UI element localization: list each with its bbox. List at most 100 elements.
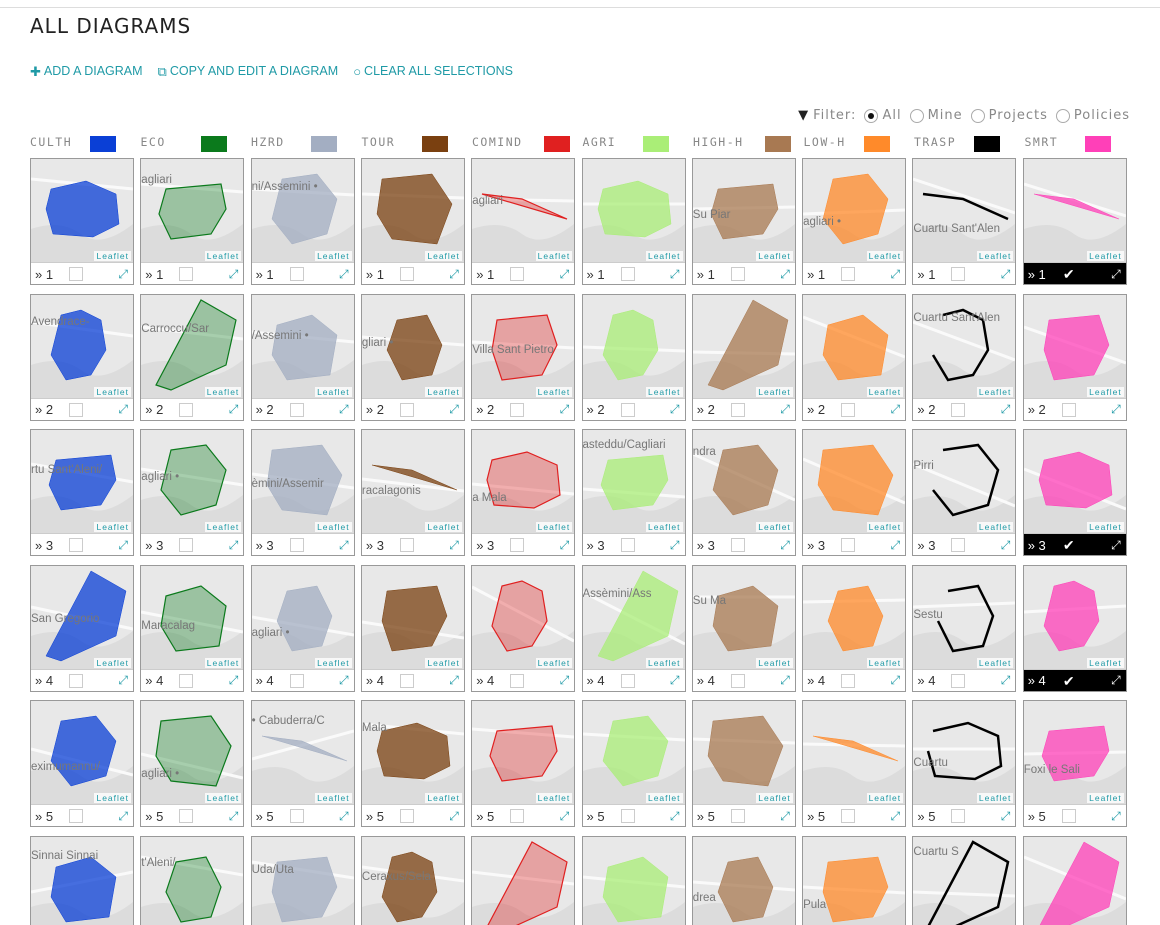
diagram-card-tour-5[interactable]: Mala Leaflet » 5 ⤢ — [360, 700, 465, 827]
leaflet-attribution-link[interactable]: Leaflet — [1087, 522, 1124, 532]
expand-icon[interactable]: ⤢ — [229, 267, 239, 282]
leaflet-attribution-link[interactable]: Leaflet — [535, 386, 573, 397]
leaflet-attribution-link[interactable]: Leaflet — [94, 386, 131, 397]
diagram-card-high-h-1[interactable]: Su Piar Leaflet » 1 ⤢ — [691, 158, 796, 285]
leaflet-attribution-link[interactable]: Leaflet — [204, 251, 242, 261]
diagram-card-eco-3[interactable]: agliari • Leaflet » 3 ⤢ — [140, 429, 245, 556]
map-thumbnail[interactable]: Leaflet — [1023, 430, 1126, 533]
expand-icon[interactable]: ⤢ — [229, 809, 239, 824]
expand-icon[interactable]: ⤢ — [1001, 402, 1011, 417]
leaflet-attribution-link[interactable]: Leaflet — [756, 251, 793, 261]
diagram-card-agri-2[interactable]: Leaflet » 2 ⤢ — [581, 293, 686, 421]
map-thumbnail[interactable]: agliari • Leaflet — [251, 565, 354, 669]
map-thumbnail[interactable]: Uda/UtaLeaflet — [251, 836, 354, 925]
clear-selections-button[interactable]: ○ CLEAR ALL SELECTIONS — [353, 64, 513, 78]
diagram-card-comind-1[interactable]: agliari Leaflet » 1 ⤢ — [471, 158, 576, 285]
map-thumbnail[interactable]: Leaflet — [1023, 565, 1126, 669]
select-checkbox[interactable] — [620, 538, 635, 552]
leaflet-attribution-link[interactable]: Leaflet — [425, 793, 462, 803]
diagram-card-smrt-4[interactable]: Leaflet » 4 ✔ ⤢ — [1022, 564, 1127, 692]
leaflet-attribution-link[interactable]: Leaflet — [976, 522, 1014, 532]
map-thumbnail[interactable]: Leaflet — [582, 294, 685, 398]
expand-icon[interactable]: ⤢ — [1111, 809, 1121, 824]
leaflet-attribution-link[interactable]: Leaflet — [315, 522, 352, 532]
select-checkbox[interactable] — [951, 402, 966, 417]
leaflet-attribution-link[interactable]: Leaflet — [756, 793, 793, 803]
expand-icon[interactable]: ⤢ — [1001, 538, 1011, 553]
map-thumbnail[interactable]: Pirri Leaflet — [913, 430, 1016, 533]
select-checkbox[interactable] — [399, 809, 414, 823]
select-checkbox[interactable] — [841, 402, 856, 417]
diagram-card-tour-4[interactable]: Leaflet » 4 ⤢ — [360, 564, 465, 692]
select-checkbox[interactable] — [289, 267, 304, 281]
expand-icon[interactable]: ⤢ — [449, 538, 459, 553]
select-checkbox[interactable] — [730, 673, 745, 688]
diagram-card-trasp-5[interactable]: Cuartu Leaflet » 5 ⤢ — [912, 700, 1017, 827]
map-thumbnail[interactable]: Leaflet — [1023, 294, 1126, 398]
diagram-card-low-h-1[interactable]: agliari • Leaflet » 1 ⤢ — [802, 158, 907, 285]
diagram-card-eco-6[interactable]: t'Aleni/Leaflet» 6⤢ — [140, 835, 245, 925]
map-thumbnail[interactable]: Carroccu/Sar Leaflet — [141, 294, 244, 398]
leaflet-attribution-link[interactable]: Leaflet — [204, 522, 242, 532]
map-thumbnail[interactable]: /Assemini • Leaflet — [251, 294, 354, 398]
select-checkbox[interactable] — [951, 267, 966, 281]
select-checkbox[interactable] — [399, 402, 414, 417]
map-thumbnail[interactable]: Leaflet — [582, 701, 685, 804]
leaflet-attribution-link[interactable]: Leaflet — [425, 386, 462, 397]
expand-icon[interactable]: ⤢ — [118, 538, 128, 553]
select-checkbox[interactable] — [1061, 402, 1076, 417]
leaflet-attribution-link[interactable]: Leaflet — [204, 793, 242, 803]
diagram-card-high-h-2[interactable]: Leaflet » 2 ⤢ — [691, 293, 796, 421]
leaflet-attribution-link[interactable]: Leaflet — [94, 251, 131, 261]
filter-mine-radio[interactable] — [909, 108, 924, 123]
select-checkbox[interactable] — [289, 402, 304, 417]
leaflet-attribution-link[interactable]: Leaflet — [535, 251, 573, 261]
diagram-card-eco-1[interactable]: agliari Leaflet » 1 ⤢ — [140, 158, 245, 285]
expand-icon[interactable]: ⤢ — [560, 538, 570, 553]
expand-icon[interactable]: ⤢ — [339, 402, 349, 417]
map-thumbnail[interactable]: agliari • Leaflet — [803, 159, 906, 262]
select-checkbox[interactable] — [510, 809, 525, 823]
map-thumbnail[interactable]: rtu Sant'Aleni/Leaflet — [31, 430, 133, 533]
diagram-card-agri-1[interactable]: Leaflet » 1 ⤢ — [581, 158, 686, 285]
expand-icon[interactable]: ⤢ — [560, 673, 570, 688]
leaflet-attribution-link[interactable]: Leaflet — [645, 793, 683, 803]
diagram-card-comind-6[interactable]: Leaflet» 6⤢ — [471, 835, 576, 925]
select-checkbox[interactable] — [399, 538, 414, 552]
select-checkbox[interactable] — [620, 673, 635, 688]
add-diagram-button[interactable]: ✚ ADD A DIAGRAM — [30, 64, 143, 78]
expand-icon[interactable]: ⤢ — [118, 267, 128, 282]
select-checkbox[interactable] — [841, 809, 856, 823]
map-thumbnail[interactable]: Leaflet — [582, 159, 685, 262]
map-thumbnail[interactable]: Cuartu Leaflet — [913, 701, 1016, 804]
diagram-card-hzrd-2[interactable]: /Assemini • Leaflet » 2 ⤢ — [250, 293, 355, 421]
leaflet-attribution-link[interactable]: Leaflet — [976, 251, 1014, 261]
diagram-card-trasp-1[interactable]: Cuartu Sant'Alen Leaflet » 1 ⤢ — [912, 158, 1017, 285]
map-thumbnail[interactable]: • Cabuderra/C Leaflet — [251, 701, 354, 804]
select-checkbox[interactable] — [841, 673, 856, 688]
expand-icon[interactable]: ⤢ — [780, 673, 790, 688]
leaflet-attribution-link[interactable]: Leaflet — [425, 522, 462, 532]
expand-icon[interactable]: ⤢ — [339, 538, 349, 553]
map-thumbnail[interactable]: agliari Leaflet — [141, 159, 244, 262]
leaflet-attribution-link[interactable]: Leaflet — [756, 657, 793, 668]
diagram-card-tour-2[interactable]: gliari • Leaflet » 2 ⤢ — [360, 293, 465, 421]
map-thumbnail[interactable]: Cuartu SLeaflet — [913, 836, 1016, 925]
diagram-card-agri-3[interactable]: asteddu/Cagliari Leaflet » 3 ⤢ — [581, 429, 686, 556]
map-thumbnail[interactable]: a Mala Leaflet — [472, 430, 575, 533]
map-thumbnail[interactable]: Leaflet — [803, 565, 906, 669]
diagram-card-trasp-3[interactable]: Pirri Leaflet » 3 ⤢ — [912, 429, 1017, 556]
map-thumbnail[interactable]: Sestu Leaflet — [913, 565, 1016, 669]
select-checkbox[interactable] — [510, 538, 525, 552]
map-thumbnail[interactable]: Leaflet — [803, 430, 906, 533]
expand-icon[interactable]: ⤢ — [560, 267, 570, 282]
diagram-card-tour-1[interactable]: Leaflet » 1 ⤢ — [360, 158, 465, 285]
expand-icon[interactable]: ⤢ — [1001, 809, 1011, 824]
select-checkbox[interactable] — [841, 267, 856, 281]
map-thumbnail[interactable]: ni/Assemini • Leaflet — [251, 159, 354, 262]
leaflet-attribution-link[interactable]: Leaflet — [866, 522, 904, 532]
select-checkbox[interactable] — [510, 402, 525, 417]
diagram-card-high-h-6[interactable]: dreaLeaflet» 6⤢ — [691, 835, 796, 925]
map-thumbnail[interactable]: agliari Leaflet — [472, 159, 575, 262]
leaflet-attribution-link[interactable]: Leaflet — [315, 386, 352, 397]
